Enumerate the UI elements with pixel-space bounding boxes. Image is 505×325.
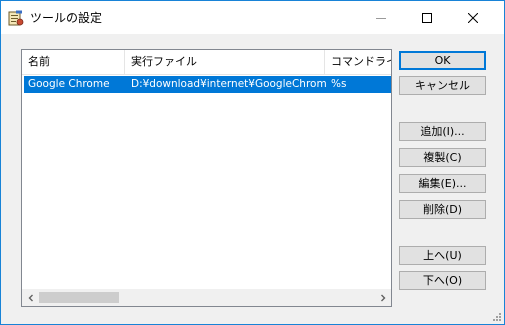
ok-button[interactable]: OK [399, 51, 486, 70]
move-up-button[interactable]: 上へ(U) [399, 246, 486, 265]
list-item-selected[interactable]: Google Chrome D:¥download¥internet¥Googl… [24, 76, 391, 93]
minimize-icon [376, 17, 386, 19]
maximize-icon [422, 12, 432, 23]
delete-button[interactable]: 削除(D) [399, 200, 486, 219]
scroll-right-button[interactable] [374, 289, 391, 306]
title-bar[interactable]: ツールの設定 [1, 1, 504, 34]
list-header: 名前 実行ファイル コマンドライン [22, 50, 391, 75]
chevron-right-icon [380, 294, 385, 301]
close-icon [468, 12, 478, 23]
minimize-button[interactable] [358, 1, 404, 34]
tool-settings-icon [8, 10, 24, 26]
add-button[interactable]: 追加(I)... [399, 122, 486, 141]
scroll-thumb[interactable] [39, 292, 119, 303]
close-button[interactable] [450, 1, 496, 34]
list-item-name: Google Chrome [28, 78, 110, 90]
move-down-button[interactable]: 下へ(O) [399, 271, 486, 290]
duplicate-button[interactable]: 複製(C) [399, 148, 486, 167]
chevron-left-icon [28, 294, 33, 301]
column-header-executable[interactable]: 実行ファイル [125, 50, 325, 74]
cancel-button[interactable]: キャンセル [399, 76, 486, 95]
column-header-name[interactable]: 名前 [22, 50, 125, 74]
resize-grip-icon[interactable] [491, 311, 501, 321]
list-item-executable: D:¥download¥internet¥GoogleChrom... [131, 78, 327, 90]
column-header-command-line[interactable]: コマンドライン [325, 50, 391, 74]
tool-settings-dialog: ツールの設定 名前 実行ファイル コマンドライン Google Chrome [0, 0, 505, 325]
tool-list[interactable]: 名前 実行ファイル コマンドライン Google Chrome D:¥downl… [21, 49, 392, 307]
edit-button[interactable]: 編集(E)... [399, 174, 486, 193]
horizontal-scrollbar[interactable] [22, 289, 391, 306]
window-title: ツールの設定 [30, 11, 103, 25]
maximize-button[interactable] [404, 1, 450, 34]
scroll-left-button[interactable] [22, 289, 39, 306]
list-item-command-line: %s [331, 78, 347, 90]
